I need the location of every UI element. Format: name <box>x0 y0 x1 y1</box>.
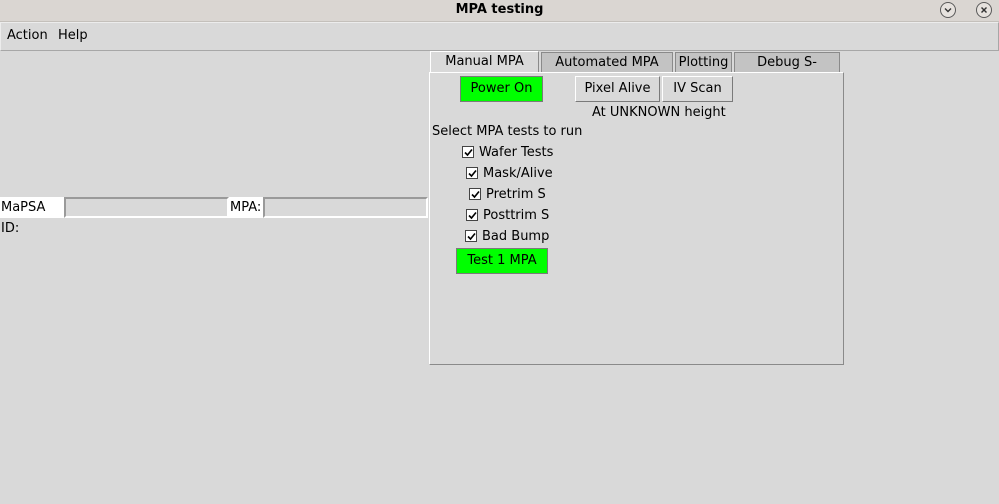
checkbox-bad-bump[interactable]: Bad Bump <box>465 228 549 244</box>
checkbox-label: Pretrim S <box>486 186 546 202</box>
menu-help[interactable]: Help <box>58 28 88 43</box>
checkbox-wafer-tests[interactable]: Wafer Tests <box>462 144 553 160</box>
mpa-label: MPA: <box>229 197 264 218</box>
window-title: MPA testing <box>455 2 544 17</box>
checkbox-mask-alive[interactable]: Mask/Alive <box>466 165 553 181</box>
tab-debug-s-curves[interactable]: Debug S-Curves <box>734 52 840 90</box>
checkbox-posttrim-s[interactable]: Posttrim S <box>466 207 549 223</box>
chevron-down-icon <box>944 8 952 13</box>
checkbox-label: Wafer Tests <box>479 144 554 160</box>
minimize-button[interactable] <box>940 2 956 18</box>
mapsa-id-field[interactable] <box>64 197 229 218</box>
select-tests-label: Select MPA tests to run <box>432 124 583 139</box>
main-window: MPA testing Action Help MaPSA ID: MPA: M… <box>0 0 999 504</box>
check-icon <box>470 190 480 198</box>
pixel-alive-button[interactable]: Pixel Alive <box>575 76 660 102</box>
title-bar: MPA testing <box>0 0 999 22</box>
menu-action[interactable]: Action <box>7 28 48 43</box>
checkbox[interactable] <box>466 209 478 221</box>
close-icon <box>981 7 987 13</box>
checkbox[interactable] <box>465 230 477 242</box>
power-on-button[interactable]: Power On <box>460 76 543 102</box>
checkbox[interactable] <box>466 167 478 179</box>
check-icon <box>463 148 473 156</box>
menu-bar: Action Help <box>0 22 999 51</box>
checkbox-label: Bad Bump <box>482 228 550 244</box>
checkbox-label: Mask/Alive <box>483 165 553 181</box>
tab-plotting[interactable]: Plotting <box>675 52 732 72</box>
check-icon <box>467 211 477 219</box>
check-icon <box>466 232 476 240</box>
test-1-mpa-button[interactable]: Test 1 MPA <box>456 248 548 274</box>
mpa-field[interactable] <box>263 197 428 218</box>
close-button[interactable] <box>976 2 992 18</box>
tab-automated-mpa-test[interactable]: Automated MPA test <box>541 52 673 90</box>
tab-manual-mpa-test[interactable]: Manual MPA test <box>430 51 539 89</box>
checkbox-pretrim-s[interactable]: Pretrim S <box>469 186 546 202</box>
mapsa-id-label: MaPSA ID: <box>0 197 65 236</box>
checkbox[interactable] <box>462 146 474 158</box>
checkbox[interactable] <box>469 188 481 200</box>
checkbox-label: Posttrim S <box>483 207 550 223</box>
iv-scan-button[interactable]: IV Scan <box>662 76 733 102</box>
check-icon <box>467 169 477 177</box>
height-status: At UNKNOWN height <box>592 105 726 120</box>
